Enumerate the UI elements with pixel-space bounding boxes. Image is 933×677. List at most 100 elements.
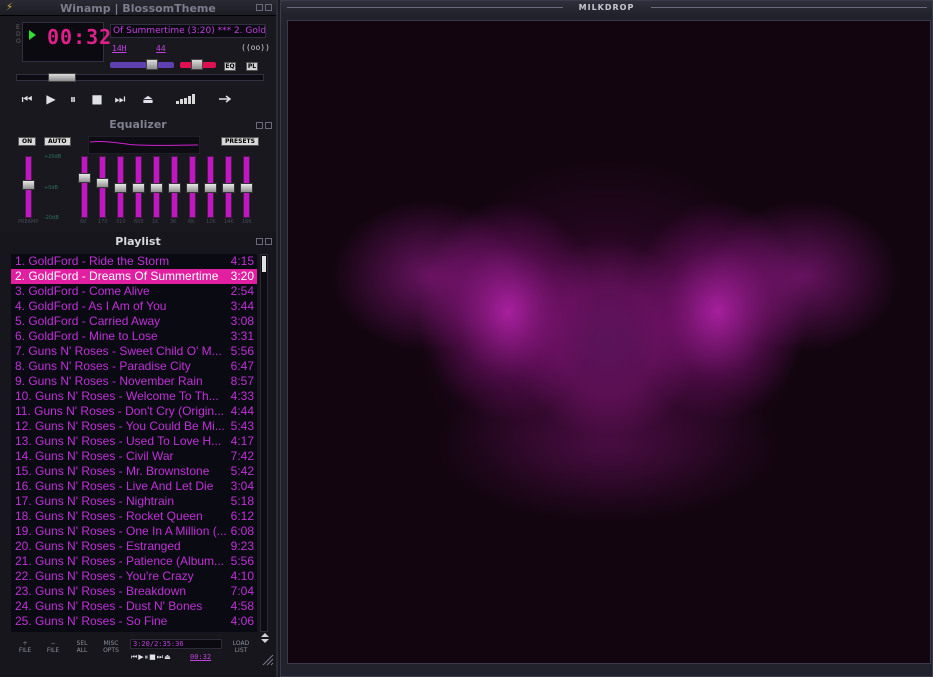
- playlist-row[interactable]: 25. Guns N' Roses - So Fine 4:06: [11, 614, 257, 629]
- track-duration: 4:44: [230, 404, 254, 418]
- add-file-button[interactable]: + FILE: [14, 640, 36, 654]
- eject-button[interactable]: ⏏: [139, 91, 157, 107]
- scroll-arrows-icon[interactable]: [260, 632, 270, 644]
- playlist-row[interactable]: 24. Guns N' Roses - Dust N' Bones 4:58: [11, 599, 257, 614]
- preamp-slider[interactable]: [22, 156, 35, 218]
- volume-knob[interactable]: [146, 59, 159, 70]
- playlist-row[interactable]: 8. Guns N' Roses - Paradise City 6:47: [11, 359, 257, 374]
- time-display[interactable]: 00:32: [47, 25, 112, 49]
- playlist-row[interactable]: 23. Guns N' Roses - Breakdown 7:04: [11, 584, 257, 599]
- shuffle-arrow-icon[interactable]: [219, 94, 233, 104]
- playlist-row[interactable]: 18. Guns N' Roses - Rocket Queen 6:12: [11, 509, 257, 524]
- playlist-toggle-button[interactable]: PL: [246, 62, 258, 71]
- eq-band-slider-1K[interactable]: [150, 156, 163, 218]
- eq-band-slider-600[interactable]: [132, 156, 145, 218]
- resize-grip-icon[interactable]: [260, 652, 274, 666]
- playlist-row[interactable]: 21. Guns N' Roses - Patience (Album... 5:…: [11, 554, 257, 569]
- track-title: 7. Guns N' Roses - Sweet Child O' M...: [15, 344, 222, 358]
- eq-band-knob-1K[interactable]: [150, 183, 163, 193]
- track-duration: 3:04: [230, 479, 254, 493]
- eq-band-slider-14K[interactable]: [222, 156, 235, 218]
- eq-band-knob-170[interactable]: [96, 177, 109, 188]
- playlist-close-icon[interactable]: [265, 238, 272, 245]
- playlist-row[interactable]: 5. GoldFord - Carried Away 3:08: [11, 314, 257, 329]
- playlist-list[interactable]: 1. GoldFord - Ride the Storm 4:15 2. GoldF…: [11, 254, 257, 632]
- eq-on-button[interactable]: ON: [18, 137, 37, 146]
- previous-button[interactable]: ⏮: [18, 91, 36, 107]
- remove-file-button[interactable]: − FILE: [42, 640, 64, 654]
- eq-band-knob-12K[interactable]: [204, 183, 217, 193]
- track-duration: 3:20: [230, 269, 254, 283]
- play-button[interactable]: ▶: [42, 91, 60, 107]
- playlist-scroll-thumb[interactable]: [262, 256, 266, 272]
- playlist-row[interactable]: 1. GoldFord - Ride the Storm 4:15: [11, 254, 257, 269]
- playlist-scrollbar[interactable]: [260, 254, 268, 632]
- eq-shade-icon[interactable]: [256, 122, 263, 129]
- load-list-button[interactable]: LOAD LIST: [230, 640, 252, 654]
- playlist-row[interactable]: 9. Guns N' Roses - November Rain 8:57: [11, 374, 257, 389]
- next-button[interactable]: ⏭: [111, 91, 129, 107]
- eq-band-slider-310[interactable]: [114, 156, 127, 218]
- milkdrop-visualization[interactable]: [287, 20, 931, 664]
- select-all-button[interactable]: SEL ALL: [71, 640, 93, 654]
- playlist-row[interactable]: 2. GoldFord - Dreams Of Summertime 3:20: [11, 269, 257, 284]
- main-titlebar[interactable]: ⚡ Winamp | BlossomTheme: [0, 0, 276, 16]
- balance-slider[interactable]: [180, 59, 216, 70]
- shade-icon[interactable]: [256, 4, 263, 11]
- eq-band-knob-310[interactable]: [114, 183, 127, 193]
- eq-close-icon[interactable]: [265, 122, 272, 129]
- samplerate-display: 44: [156, 44, 166, 53]
- eq-presets-button[interactable]: PRESETS: [221, 137, 259, 146]
- playlist-row[interactable]: 14. Guns N' Roses - Civil War 7:42: [11, 449, 257, 464]
- stop-button[interactable]: ■: [88, 91, 106, 107]
- eq-band-knob-16K[interactable]: [240, 183, 253, 193]
- clutterbar[interactable]: E D O: [16, 24, 21, 45]
- eq-band-slider-60[interactable]: [78, 156, 91, 218]
- song-marquee[interactable]: Of Summertime (3:20) *** 2. GoldFord - D…: [110, 24, 266, 38]
- eq-band-slider-12K[interactable]: [204, 156, 217, 218]
- seek-knob[interactable]: [47, 73, 76, 82]
- seek-bar[interactable]: [16, 73, 264, 82]
- playlist-row[interactable]: 11. Guns N' Roses - Don't Cry (Origin...…: [11, 404, 257, 419]
- eq-band-knob-60[interactable]: [78, 172, 91, 183]
- playlist-row[interactable]: 6. GoldFord - Mine to Lose 3:31: [11, 329, 257, 344]
- playlist-row[interactable]: 20. Guns N' Roses - Estranged 9:23: [11, 539, 257, 554]
- eq-band-slider-16K[interactable]: [240, 156, 253, 218]
- playlist-row[interactable]: 7. Guns N' Roses - Sweet Child O' M... 5:…: [11, 344, 257, 359]
- track-duration: 2:54: [230, 284, 254, 298]
- playlist-row[interactable]: 17. Guns N' Roses - Nightrain 5:18: [11, 494, 257, 509]
- eq-band-knob-14K[interactable]: [222, 183, 235, 193]
- playlist-row[interactable]: 4. GoldFord - As I Am of You 3:44: [11, 299, 257, 314]
- volume-slider[interactable]: [110, 59, 174, 70]
- eq-band-label: 3K: [170, 219, 177, 225]
- eq-auto-button[interactable]: AUTO: [44, 137, 71, 146]
- pause-button[interactable]: ⏸: [64, 91, 82, 107]
- lcd-display[interactable]: 00:32: [22, 22, 111, 62]
- preamp-knob[interactable]: [22, 180, 35, 191]
- milkdrop-titlebar[interactable]: MILKDROP: [281, 1, 932, 15]
- eq-band-slider-170[interactable]: [96, 156, 109, 218]
- balance-knob[interactable]: [191, 59, 203, 70]
- playlist-shade-icon[interactable]: [256, 238, 263, 245]
- stereo-indicator: ((oo)): [241, 43, 270, 52]
- track-title: 11. Guns N' Roses - Don't Cry (Origin...: [15, 404, 225, 418]
- playlist-row[interactable]: 13. Guns N' Roses - Used To Love H... 4:1…: [11, 434, 257, 449]
- misc-options-button[interactable]: MISC OPTS: [100, 640, 122, 654]
- eq-band-knob-3K[interactable]: [168, 183, 181, 193]
- playlist-row[interactable]: 12. Guns N' Roses - You Could Be Mi... 5:…: [11, 419, 257, 434]
- playlist-row[interactable]: 22. Guns N' Roses - You're Crazy 4:10: [11, 569, 257, 584]
- eq-band-slider-3K[interactable]: [168, 156, 181, 218]
- playlist-row[interactable]: 16. Guns N' Roses - Live And Let Die 3:04: [11, 479, 257, 494]
- track-duration: 4:06: [230, 614, 254, 628]
- eq-toggle-button[interactable]: EQ: [224, 62, 236, 71]
- playlist-row[interactable]: 15. Guns N' Roses - Mr. Brownstone 5:42: [11, 464, 257, 479]
- eq-band-slider-6K[interactable]: [186, 156, 199, 218]
- close-icon[interactable]: [265, 4, 272, 11]
- playlist-row[interactable]: 10. Guns N' Roses - Welcome To Th... 4:33: [11, 389, 257, 404]
- eq-band-knob-600[interactable]: [132, 183, 145, 193]
- track-duration: 6:08: [230, 524, 254, 538]
- eq-band-knob-6K[interactable]: [186, 183, 199, 193]
- playlist-row[interactable]: 19. Guns N' Roses - One In A Million (..…: [11, 524, 257, 539]
- mini-transport-controls[interactable]: ⏮▶⏸■⏭⏏: [131, 653, 172, 662]
- playlist-row[interactable]: 3. GoldFord - Come Alive 2:54: [11, 284, 257, 299]
